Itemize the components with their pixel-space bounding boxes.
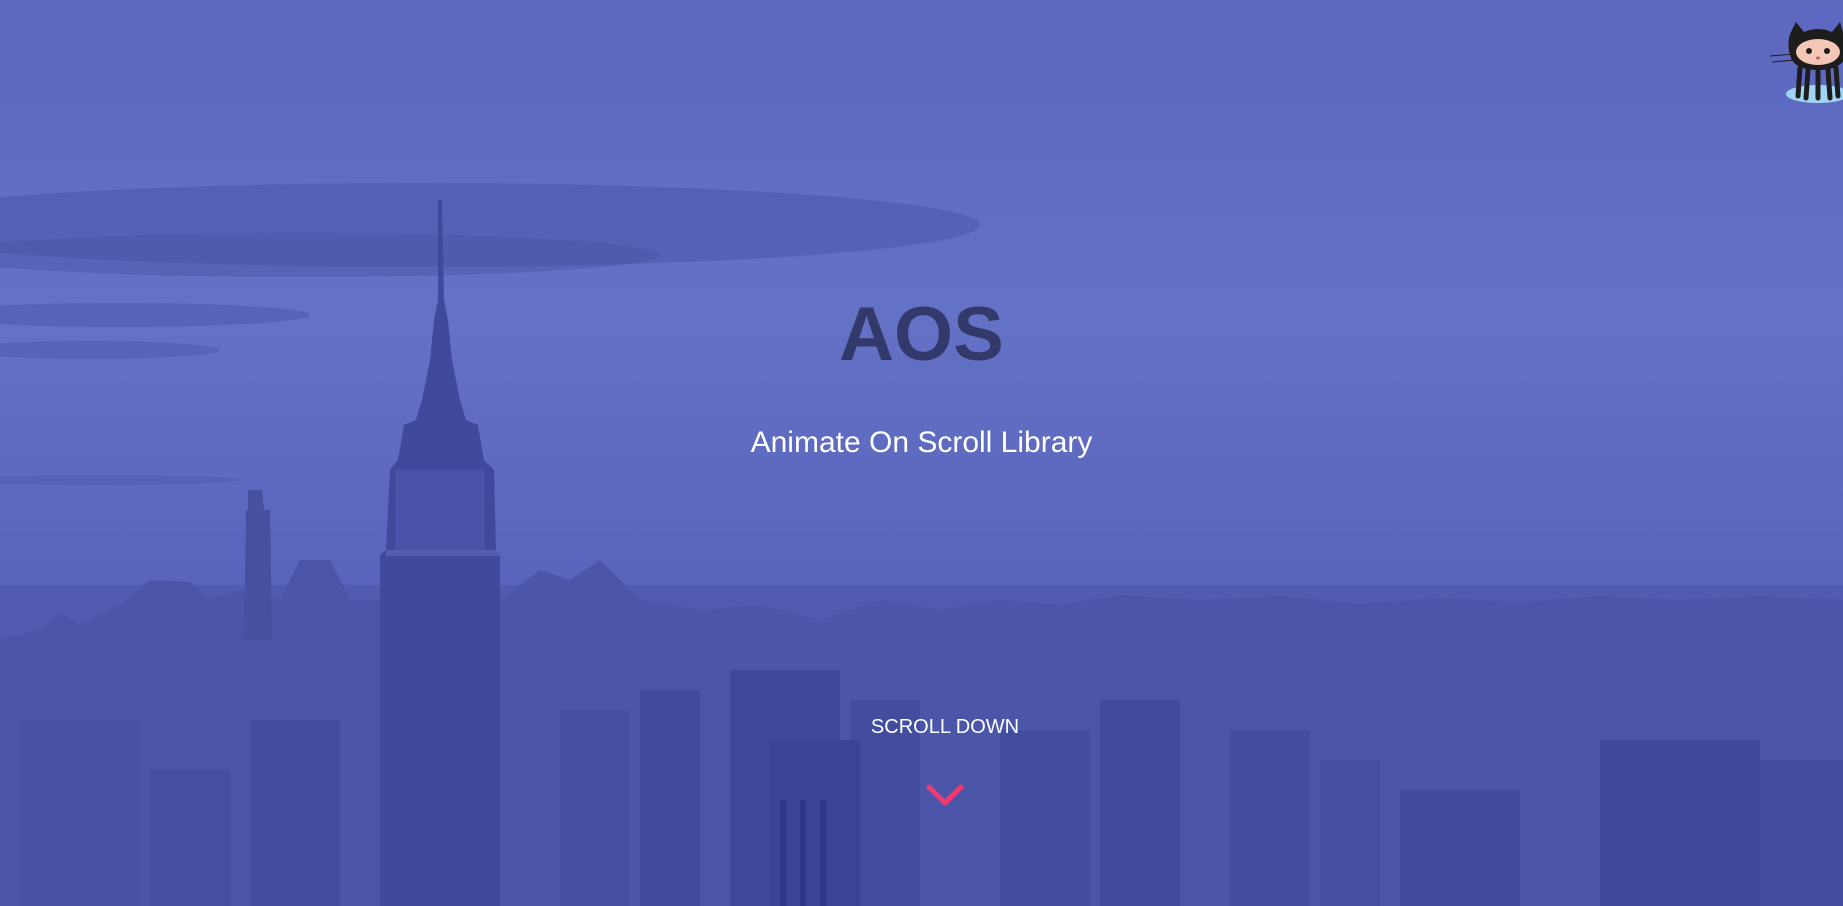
page-subtitle: Animate On Scroll Library xyxy=(750,426,1093,459)
scroll-down-link[interactable]: SCROLL DOWN xyxy=(821,712,1069,742)
hero-section: AOS Animate On Scroll Library SCROLL DOW… xyxy=(0,0,1843,906)
page-title: AOS xyxy=(839,292,1004,377)
chevron-down-icon[interactable] xyxy=(925,783,965,809)
octocat-icon[interactable] xyxy=(1768,18,1843,106)
